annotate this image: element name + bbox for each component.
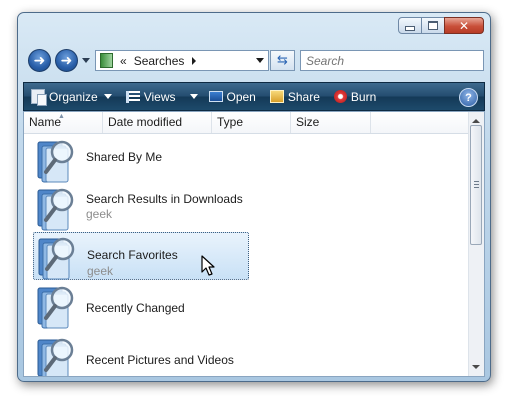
forward-button[interactable]: ➜	[55, 49, 78, 72]
item-title: Shared By Me	[86, 150, 163, 164]
scrollbar-thumb[interactable]	[470, 125, 482, 245]
item-title: Recent Pictures and Videos	[86, 353, 234, 367]
address-location[interactable]: Searches	[134, 54, 185, 68]
column-header: Name ▲ Date modified Type Size	[24, 112, 470, 134]
explorer-window: ✕ ➜ ➜ « Searches ⇆ Organize Views Open	[17, 12, 491, 382]
close-button[interactable]: ✕	[444, 17, 484, 34]
open-icon	[208, 91, 223, 102]
organize-icon	[31, 89, 47, 106]
caption-buttons: ✕	[398, 17, 484, 34]
address-overflow-chevron[interactable]: «	[120, 54, 127, 68]
item-subtitle: geek	[87, 264, 114, 278]
vertical-scrollbar[interactable]	[468, 112, 484, 376]
address-bar[interactable]: « Searches	[95, 50, 269, 71]
chevron-down-icon	[103, 94, 112, 99]
back-arrow-icon: ➜	[33, 52, 46, 69]
file-list: Name ▲ Date modified Type Size Shared By…	[23, 111, 485, 377]
scroll-down-arrow-icon[interactable]	[472, 365, 480, 369]
burn-label: Burn	[350, 89, 377, 104]
list-item[interactable]: Search Results in Downloads geek	[33, 184, 249, 232]
open-button[interactable]: Open	[208, 89, 256, 104]
views-label: Views	[143, 89, 176, 104]
minimize-icon	[405, 26, 415, 31]
forward-arrow-icon: ➜	[60, 52, 73, 69]
help-button[interactable]: ?	[459, 88, 478, 107]
scroll-up-arrow-icon[interactable]	[472, 119, 480, 123]
saved-search-icon	[37, 233, 79, 281]
mouse-pointer-icon	[201, 255, 215, 276]
searches-folder-icon	[100, 53, 113, 68]
burn-disc-icon	[333, 90, 347, 103]
maximize-icon	[428, 21, 438, 30]
share-label: Share	[287, 89, 320, 104]
grip-icon	[474, 181, 479, 188]
chevron-down-icon	[189, 94, 198, 99]
maximize-button[interactable]	[421, 17, 445, 34]
saved-search-icon	[36, 282, 78, 330]
list-item[interactable]: Recently Changed	[33, 282, 249, 330]
saved-search-icon	[36, 334, 78, 376]
sort-ascending-icon: ▲	[58, 113, 65, 120]
item-title: Recently Changed	[86, 301, 185, 315]
share-button[interactable]: Share	[269, 89, 320, 104]
item-title: Search Favorites	[87, 248, 178, 262]
saved-search-icon	[36, 184, 78, 232]
command-toolbar: Organize Views Open Share Burn ?	[23, 82, 485, 111]
organize-button[interactable]: Organize	[31, 89, 112, 106]
close-icon: ✕	[458, 18, 470, 33]
navigation-bar: ➜ ➜ « Searches ⇆	[18, 45, 490, 75]
address-dropdown-icon[interactable]	[256, 58, 264, 63]
views-button[interactable]: Views	[125, 89, 198, 104]
minimize-button[interactable]	[398, 17, 422, 34]
organize-label: Organize	[49, 89, 98, 104]
item-title: Search Results in Downloads	[86, 192, 243, 206]
item-subtitle: geek	[86, 207, 113, 221]
refresh-button[interactable]: ⇆	[270, 50, 295, 71]
burn-button[interactable]: Burn	[333, 89, 377, 104]
share-icon	[269, 90, 284, 103]
back-button[interactable]: ➜	[28, 49, 51, 72]
saved-search-icon	[36, 136, 78, 184]
column-date-modified[interactable]: Date modified	[103, 112, 212, 133]
recent-pages-dropdown[interactable]	[82, 58, 90, 63]
help-icon: ?	[465, 91, 472, 104]
column-type[interactable]: Type	[212, 112, 291, 133]
refresh-icon: ⇆	[277, 53, 288, 68]
search-input[interactable]	[300, 50, 484, 71]
list-item[interactable]: Shared By Me	[33, 136, 249, 184]
column-size[interactable]: Size	[291, 112, 371, 133]
views-icon	[125, 90, 140, 103]
breadcrumb-arrow-icon[interactable]	[192, 56, 197, 65]
open-label: Open	[226, 89, 256, 104]
list-item[interactable]: Recent Pictures and Videos	[33, 334, 249, 376]
